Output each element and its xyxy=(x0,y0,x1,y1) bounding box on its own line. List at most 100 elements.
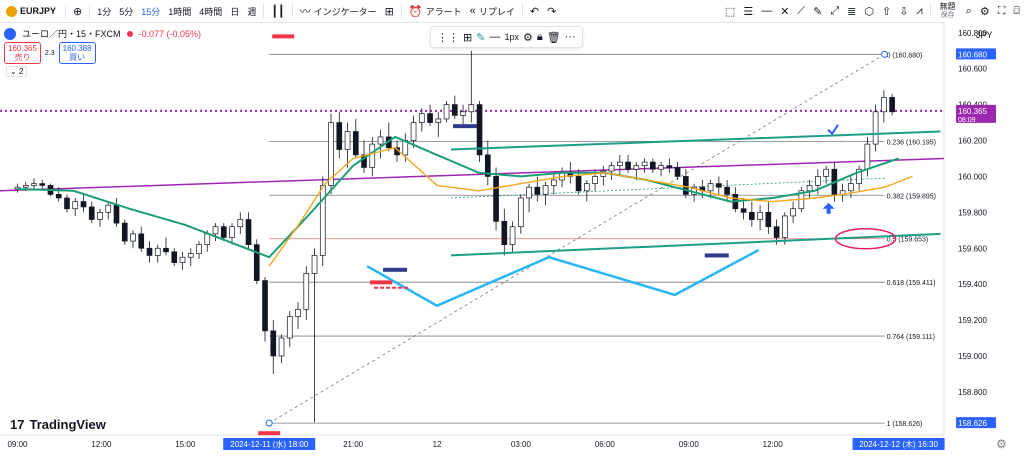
candle-body xyxy=(881,97,887,113)
price-chart[interactable]: 160.800160.600160.400160.200160.000159.8… xyxy=(0,0,1024,456)
drag-handle-icon[interactable]: ⋮⋮ xyxy=(437,31,459,44)
time-tick-label: 12 xyxy=(433,440,442,449)
candle-body xyxy=(716,183,722,188)
candle-body xyxy=(443,104,450,120)
candle-body xyxy=(319,185,326,256)
settings-icon[interactable]: ⚙ xyxy=(523,31,533,44)
candle-body xyxy=(650,161,656,170)
price-badge-label: 160.365 xyxy=(958,107,987,116)
line-width-icon[interactable]: — xyxy=(489,31,500,43)
time-tick-label: 03:00 xyxy=(511,440,532,449)
time-tick-label: 09:00 xyxy=(679,440,700,449)
price-tick-label: 160.600 xyxy=(958,65,987,74)
more-icon[interactable]: ··· xyxy=(565,31,576,43)
candle-body xyxy=(476,104,483,156)
candle-body xyxy=(237,219,244,228)
candle-body xyxy=(592,176,598,184)
candle-body xyxy=(460,111,466,116)
sell-label: 売り xyxy=(14,53,31,62)
candle-body xyxy=(64,197,70,210)
candle-body xyxy=(344,131,351,150)
candle-body xyxy=(517,197,524,228)
red-marker xyxy=(370,280,393,285)
candle-body xyxy=(864,143,871,170)
zigzag-pattern xyxy=(366,248,760,308)
candle-body xyxy=(616,161,623,167)
fib-level-label: 0.382 (159.895) xyxy=(887,193,936,200)
candle-body xyxy=(88,206,95,220)
candle-body xyxy=(97,211,103,220)
lock-icon[interactable]: 🔒︎ xyxy=(537,31,543,44)
candle-body xyxy=(220,226,227,238)
candle-body xyxy=(72,201,79,210)
candle-body xyxy=(130,233,136,242)
candle-body xyxy=(369,143,376,168)
indicator-count: 2 xyxy=(18,67,24,76)
fib-level-label: 0 (160.680) xyxy=(887,52,923,59)
candle-body xyxy=(815,176,821,186)
candle-body xyxy=(163,247,169,253)
tradingview-watermark: 17 TradingView xyxy=(10,417,106,432)
legend-title: ユーロ／円・15・FXCM xyxy=(22,29,121,39)
currency-label[interactable]: JPY xyxy=(976,30,993,40)
time-tick-label: 15:00 xyxy=(175,440,196,449)
candle-body xyxy=(410,122,417,141)
candle-body xyxy=(633,165,640,170)
axis-settings-button[interactable]: ⚙ xyxy=(996,437,1007,451)
price-tick-label: 158.800 xyxy=(958,388,987,397)
candle-body xyxy=(121,222,128,242)
ema-teal-series xyxy=(17,135,899,259)
price-tick-label: 159.400 xyxy=(958,280,987,289)
fib-level-label: 0.764 (159.111) xyxy=(887,334,935,341)
candle-body xyxy=(154,247,161,256)
indicator-toggle[interactable]: ⌄ 2 xyxy=(6,66,28,77)
candle-body xyxy=(575,176,582,192)
candle-body xyxy=(583,183,590,192)
candle-body xyxy=(493,176,499,222)
price-tick-label: 159.800 xyxy=(958,208,987,217)
candle-body xyxy=(336,122,343,150)
tradingview-logo-icon: 17 xyxy=(10,417,25,432)
candle-body xyxy=(113,204,120,224)
candle-body xyxy=(608,165,615,172)
candle-body xyxy=(138,233,145,249)
watermark-text: TradingView xyxy=(29,417,106,432)
line-width-label[interactable]: 1px xyxy=(504,32,519,42)
candle-body xyxy=(526,186,532,199)
candle-body xyxy=(187,253,194,258)
candle-body xyxy=(212,226,219,235)
candle-body xyxy=(286,316,293,339)
pencil-color-icon[interactable]: ✎ xyxy=(476,31,485,44)
template-icon[interactable]: ⊞ xyxy=(463,31,472,44)
price-tick-label: 159.200 xyxy=(958,316,987,325)
buy-button[interactable]: 160.388 買い xyxy=(58,42,96,64)
symbol-logo-icon xyxy=(4,27,16,40)
fib-anchor-end xyxy=(881,50,889,58)
candle-body xyxy=(427,113,433,123)
gear-icon: ⚙ xyxy=(996,437,1007,451)
price-badge-label: 158.626 xyxy=(958,419,987,428)
sell-button[interactable]: 160.365 売り xyxy=(4,42,41,64)
check-mark xyxy=(827,124,839,136)
candle-body xyxy=(740,208,747,213)
time-tick-label: 06:00 xyxy=(595,440,616,449)
candle-body xyxy=(509,226,516,246)
purple-trend-line xyxy=(0,157,945,192)
candle-body xyxy=(55,194,62,199)
candle-body xyxy=(468,104,475,113)
market-status-icon xyxy=(126,30,133,37)
time-tick-label: 12:00 xyxy=(763,440,784,449)
candle-body xyxy=(534,186,541,195)
candle-body xyxy=(674,167,681,177)
candle-body xyxy=(146,247,153,256)
price-axis-bg xyxy=(944,22,1024,435)
trash-icon[interactable]: 🗑︎ xyxy=(547,31,561,44)
sell-price: 160.365 xyxy=(8,44,37,53)
candle-body xyxy=(823,168,829,177)
time-tick-label: 21:00 xyxy=(343,440,364,449)
channel-line xyxy=(450,232,941,257)
candle-body xyxy=(196,244,202,254)
candle-body xyxy=(872,111,879,145)
price-tick-label: 160.000 xyxy=(958,172,987,181)
candle-body xyxy=(666,165,673,168)
